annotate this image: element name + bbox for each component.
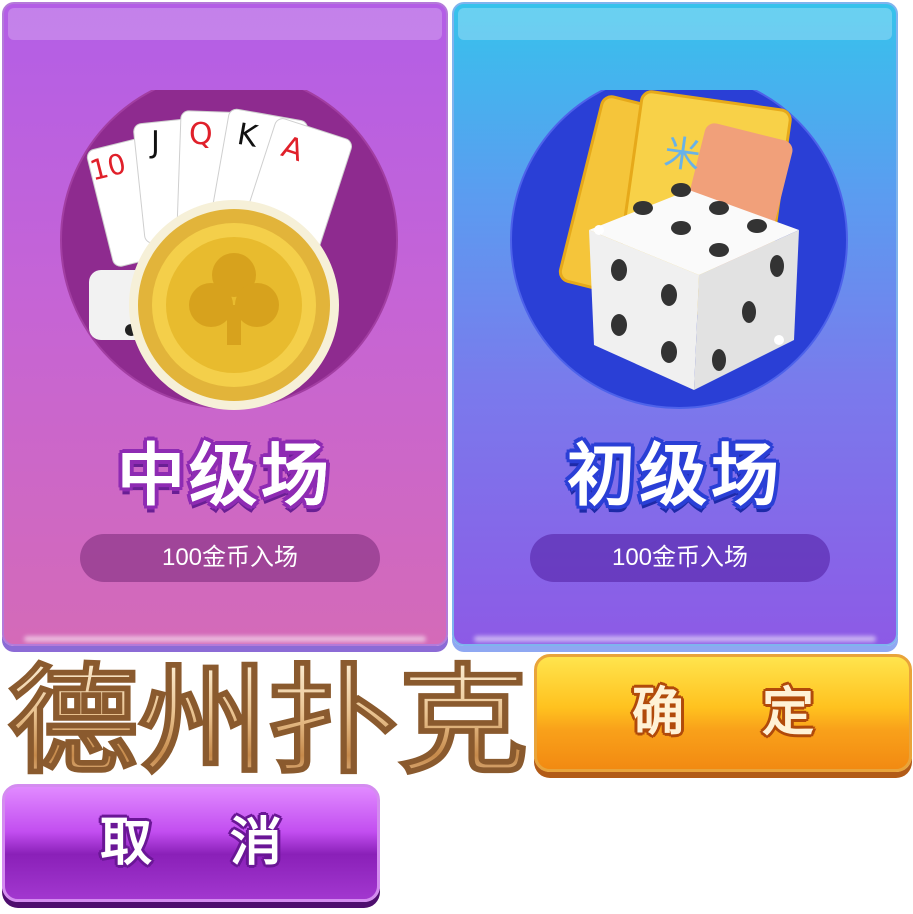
card-shine bbox=[24, 636, 426, 642]
entry-fee-badge: 100金币入场 bbox=[80, 534, 380, 582]
confirm-button[interactable]: 确 定 bbox=[534, 654, 912, 772]
cancel-button[interactable]: 取 消 bbox=[2, 784, 380, 902]
card-top-bar bbox=[458, 8, 892, 40]
confirm-button-label: 确 定 bbox=[631, 683, 845, 743]
room-card-intermediate[interactable]: 10 J Q K A 中级场 100金币入场 bbox=[2, 2, 448, 646]
entry-fee-badge: 100金币入场 bbox=[530, 534, 830, 582]
svg-text:Q: Q bbox=[189, 117, 213, 152]
svg-text:米: 米 bbox=[662, 132, 703, 178]
cancel-button-label: 取 消 bbox=[99, 813, 313, 873]
playing-cards-and-club-chip-icon: 10 J Q K A bbox=[60, 90, 398, 410]
dice-and-cards-icon: 米 bbox=[510, 90, 848, 409]
room-title: 初级场 bbox=[566, 437, 783, 516]
room-title: 中级场 bbox=[116, 437, 333, 516]
texas-holdem-logo: 德州扑克 bbox=[7, 654, 529, 780]
logo-text: 德州扑克 bbox=[8, 654, 528, 780]
svg-text:J: J bbox=[149, 125, 160, 160]
room-card-beginner[interactable]: 米 初级场 100金币入场 bbox=[452, 2, 898, 646]
card-shine bbox=[474, 636, 876, 642]
card-top-bar bbox=[8, 8, 442, 40]
